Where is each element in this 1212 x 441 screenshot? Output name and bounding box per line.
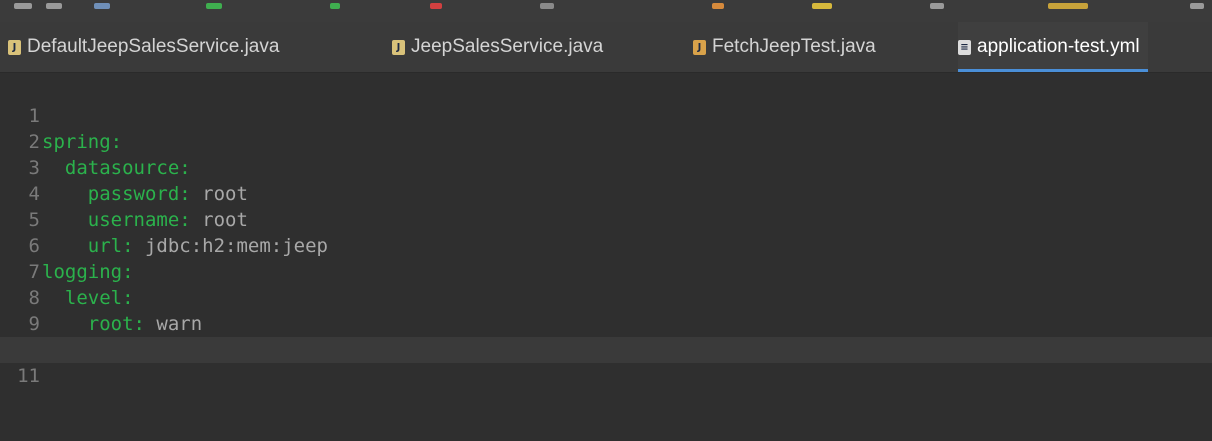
tab-fetch-jeep-test[interactable]: J FetchJeepTest.java xyxy=(693,22,876,72)
yaml-file-icon: ≡ xyxy=(958,39,971,55)
toolbar-icon[interactable] xyxy=(46,3,62,9)
code-line-current[interactable]: 11 xyxy=(0,337,1212,387)
tab-label: FetchJeepTest.java xyxy=(712,36,876,57)
code-line[interactable]: 1 spring: xyxy=(0,77,1212,153)
code-line[interactable]: 3 password: root xyxy=(0,129,1212,205)
tab-label: JeepSalesService.java xyxy=(411,36,604,57)
toolbar xyxy=(0,0,1212,22)
toolbar-icon[interactable] xyxy=(94,3,110,9)
tab-label: DefaultJeepSalesService.java xyxy=(27,36,280,57)
code-line[interactable]: 9 '[com.promineotech]': debug xyxy=(0,285,1212,361)
code-line[interactable]: 5 url: jdbc:h2:mem:jeep xyxy=(0,181,1212,257)
toolbar-icon[interactable] xyxy=(540,3,554,9)
code-line[interactable]: 2 datasource: xyxy=(0,103,1212,179)
tab-default-jeep-sales-service[interactable]: J DefaultJeepSalesService.java xyxy=(8,22,279,72)
code-line[interactable]: 10 xyxy=(0,311,1212,361)
line-number: 11 xyxy=(17,365,40,387)
toolbar-icon[interactable] xyxy=(430,3,442,9)
java-test-file-icon: J xyxy=(693,39,706,55)
toolbar-icon[interactable] xyxy=(812,3,832,9)
java-file-icon: J xyxy=(392,39,405,55)
code-line[interactable]: 4 username: root xyxy=(0,155,1212,231)
java-file-icon: J xyxy=(8,39,21,55)
toolbar-icon[interactable] xyxy=(1048,3,1088,9)
editor-tab-bar: J DefaultJeepSalesService.java J JeepSal… xyxy=(0,22,1212,73)
tab-application-test-yml[interactable]: ≡ application-test.yml xyxy=(958,22,1148,72)
toolbar-icon[interactable] xyxy=(1190,3,1204,9)
toolbar-icon[interactable] xyxy=(14,3,32,9)
toolbar-icon[interactable] xyxy=(206,3,222,9)
code-line[interactable]: 8 root: warn xyxy=(0,259,1212,335)
code-line[interactable]: 6 logging: xyxy=(0,207,1212,283)
toolbar-icon[interactable] xyxy=(930,3,944,9)
code-editor[interactable]: 1 spring: 2 datasource: 3 password: root… xyxy=(0,73,1212,439)
tab-label: application-test.yml xyxy=(977,36,1140,57)
toolbar-icon[interactable] xyxy=(712,3,724,9)
tab-jeep-sales-service[interactable]: J JeepSalesService.java xyxy=(392,22,603,72)
code-line[interactable]: 7 level: xyxy=(0,233,1212,309)
toolbar-icon[interactable] xyxy=(330,3,340,9)
